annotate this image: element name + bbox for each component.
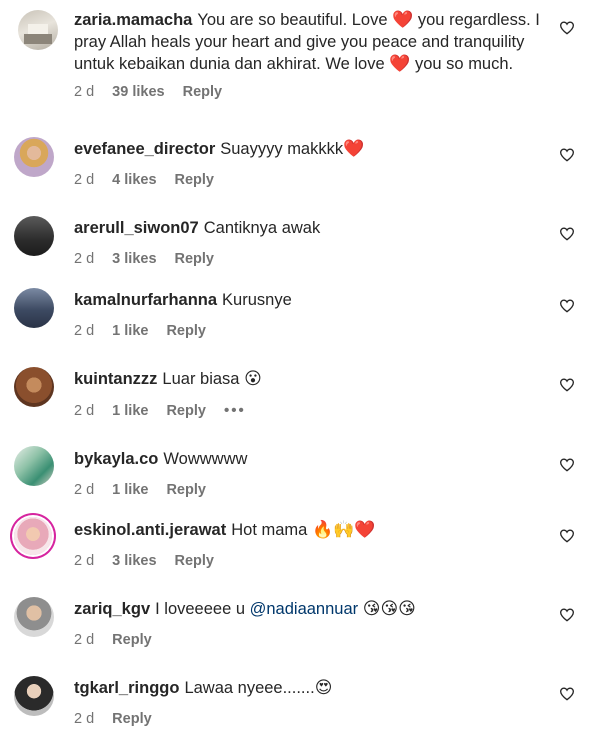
reply-button[interactable]: Reply [166,482,206,498]
reply-button[interactable]: Reply [175,553,215,569]
comment-time: 2 d [74,553,95,569]
fire-clap-heart-emoji: 🔥🙌❤️ [311,520,376,539]
heart-outline-icon[interactable] [559,20,575,36]
heart-outline-icon[interactable] [559,457,575,473]
heart-emoji: ❤️ [392,10,414,29]
comment-text: arerull_siwon07 Cantiknya awak [74,219,321,237]
avatar[interactable] [14,597,54,637]
comment-username[interactable]: evefanee_director [74,140,215,158]
comment-text: bykayla.co Wowwwww [74,450,248,468]
comment-text: kamalnurfarhanna Kurusnye [74,291,292,309]
comment-time: 2 d [74,251,95,267]
avatar[interactable] [14,676,54,716]
comment-username[interactable]: kuintanzzz [74,370,157,388]
comment-text: kuintanzzz Luar biasa 😮 [74,369,262,388]
comment-time: 2 d [74,482,95,498]
comment-text: zariq_kgv I loveeeee u @nadiaannuar 😘😘😘 [74,599,416,618]
likes-count[interactable]: 4 likes [112,172,156,188]
comment-time: 2 d [74,172,95,188]
comment-username[interactable]: zariq_kgv [74,600,150,618]
likes-count[interactable]: 1 like [112,482,148,498]
avatar-photo-icon [24,24,52,44]
likes-count[interactable]: 3 likes [112,251,156,267]
comment-time: 2 d [74,711,95,727]
likes-count[interactable]: 1 like [112,403,148,419]
likes-count[interactable]: 1 like [112,323,148,339]
reply-button[interactable]: Reply [175,172,215,188]
avatar[interactable] [14,446,54,486]
comment-username[interactable]: arerull_siwon07 [74,219,199,237]
more-options-icon[interactable]: ••• [224,402,246,419]
heart-emoji: ❤️ [389,54,411,73]
heart-eyes-emoji: 😍 [314,678,333,697]
reply-button[interactable]: Reply [112,711,152,727]
reply-button[interactable]: Reply [183,84,223,100]
avatar[interactable] [14,216,54,256]
heart-outline-icon[interactable] [559,686,575,702]
comment-time: 2 d [74,323,95,339]
heart-outline-icon[interactable] [559,226,575,242]
reply-button[interactable]: Reply [112,632,152,648]
comment-username[interactable]: zaria.mamacha [74,11,192,29]
comment-text: zaria.mamacha You are so beautiful. Love … [74,10,540,73]
likes-count[interactable]: 39 likes [112,84,164,100]
comment-text: tgkarl_ringgo Lawaa nyeee.......😍 [74,678,333,697]
avatar[interactable] [14,137,54,177]
comment-time: 2 d [74,632,95,648]
comment-username[interactable]: kamalnurfarhanna [74,291,217,309]
mention-link[interactable]: @nadiaannuar [250,600,359,618]
comment-time: 2 d [74,84,95,100]
heart-outline-icon[interactable] [559,147,575,163]
reply-button[interactable]: Reply [166,403,206,419]
comment-username[interactable]: tgkarl_ringgo [74,679,179,697]
comment-text: eskinol.anti.jerawat Hot mama 🔥🙌❤️ [74,520,376,539]
comment-username[interactable]: eskinol.anti.jerawat [74,521,226,539]
kiss-face-emoji: 😘😘😘 [362,599,416,618]
heart-outline-icon[interactable] [559,377,575,393]
heart-outline-icon[interactable] [559,528,575,544]
avatar[interactable] [14,517,52,555]
heart-emoji: ❤️ [343,139,365,158]
heart-outline-icon[interactable] [559,298,575,314]
likes-count[interactable]: 3 likes [112,553,156,569]
comment-time: 2 d [74,402,95,419]
comment-username[interactable]: bykayla.co [74,450,158,468]
avatar[interactable] [14,288,54,328]
comment-text: evefanee_director Suayyyy makkkk❤️ [74,139,365,158]
reply-button[interactable]: Reply [175,251,215,267]
heart-outline-icon[interactable] [559,607,575,623]
surprised-face-emoji: 😮 [244,369,262,388]
reply-button[interactable]: Reply [166,323,206,339]
avatar[interactable] [18,10,58,50]
avatar[interactable] [14,367,54,407]
